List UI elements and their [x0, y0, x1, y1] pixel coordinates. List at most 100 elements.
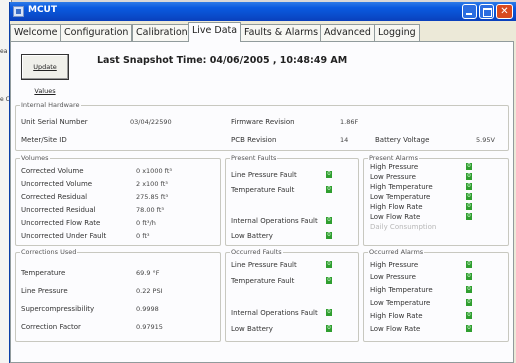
present-alarms-group: Present Alarms High Pressure 0 Low Press…	[363, 154, 509, 246]
battery-voltage-value: 5.95V	[476, 136, 495, 144]
correction-value: 69.9 °F	[136, 269, 160, 277]
meter-site-id-label: Meter/Site ID	[21, 136, 67, 144]
fault-status-indicator: 0	[326, 309, 332, 316]
group-title: Internal Hardware	[20, 101, 81, 109]
alarm-status-indicator: 0	[466, 273, 472, 280]
volume-label: Uncorrected Under Fault	[21, 232, 107, 240]
correction-value: 0.22 PSI	[136, 287, 163, 295]
volume-label: Uncorrected Flow Rate	[21, 219, 101, 227]
tab-live-data[interactable]: Live Data	[188, 22, 242, 42]
correction-label: Supercompressibility	[21, 305, 95, 313]
volume-value: 0 ft³/h	[136, 219, 156, 227]
alarm-label: Low Pressure	[370, 173, 416, 181]
fault-label: Internal Operations Fault	[231, 217, 318, 225]
fault-label: Low Battery	[231, 232, 273, 240]
fault-label: Internal Operations Fault	[231, 309, 318, 317]
correction-label: Line Pressure	[21, 287, 68, 295]
firmware-revision-value: 1.86F	[340, 118, 359, 126]
alarm-status-indicator: 0	[466, 173, 472, 180]
tab-advanced[interactable]: Advanced	[320, 24, 375, 41]
occurred-faults-group: Occurred Faults Line Pressure Fault 0 Te…	[225, 248, 359, 342]
tab-faults-alarms[interactable]: Faults & Alarms	[240, 24, 323, 41]
alarm-label: Low Flow Rate	[370, 213, 421, 221]
firmware-revision-label: Firmware Revision	[231, 118, 295, 126]
alarm-label: High Flow Rate	[370, 312, 423, 320]
group-title: Volumes	[20, 154, 50, 162]
tab-calibration[interactable]: Calibration	[132, 24, 192, 41]
alarm-label: Low Temperature	[370, 299, 431, 307]
maximize-button[interactable]	[479, 4, 494, 19]
alarm-label: High Flow Rate	[370, 203, 423, 211]
tab-strip: Welcome Configuration Calibration Live D…	[10, 22, 516, 42]
battery-voltage-label: Battery Voltage	[375, 136, 430, 144]
minimize-button[interactable]	[462, 4, 477, 19]
tab-welcome[interactable]: Welcome	[10, 24, 62, 41]
fault-status-indicator: 0	[326, 217, 332, 224]
alarm-status-indicator: 0	[466, 183, 472, 190]
volume-value: 0 x1000 ft³	[136, 167, 172, 175]
correction-label: Correction Factor	[21, 323, 81, 331]
mcut-window: MCUT ✕ Welcome Configuration Calibration…	[9, 2, 516, 363]
group-title: Corrections Used	[20, 248, 78, 256]
alarm-status-indicator: 0	[466, 203, 472, 210]
volume-value: 0 ft³	[136, 232, 150, 240]
background-window-text: ea	[0, 48, 8, 55]
alarm-label: High Pressure	[370, 163, 419, 171]
correction-label: Temperature	[21, 269, 66, 277]
alarm-status-indicator: 0	[466, 193, 472, 200]
volumes-group: Volumes Corrected Volume 0 x1000 ft³ Unc…	[15, 154, 221, 246]
title-bar[interactable]: MCUT ✕	[10, 2, 516, 21]
last-snapshot-time: Last Snapshot Time: 04/06/2005 , 10:48:4…	[97, 55, 348, 66]
live-data-panel: Update Values Last Snapshot Time: 04/06/…	[10, 41, 514, 363]
volume-label: Corrected Residual	[21, 193, 88, 201]
volume-label: Corrected Volume	[21, 167, 84, 175]
tab-configuration[interactable]: Configuration	[60, 24, 133, 41]
fault-label: Temperature Fault	[231, 277, 295, 285]
close-button[interactable]: ✕	[496, 4, 513, 19]
fault-status-indicator: 0	[326, 261, 332, 268]
app-icon	[13, 6, 24, 17]
volume-label: Uncorrected Residual	[21, 206, 96, 214]
volume-value: 78.00 ft³	[136, 206, 165, 214]
alarm-status-indicator: 0	[466, 325, 472, 332]
tab-logging[interactable]: Logging	[374, 24, 420, 41]
alarm-status-indicator: 0	[466, 163, 472, 170]
alarm-status-indicator: 0	[466, 261, 472, 268]
alarm-status-indicator: 0	[466, 286, 472, 293]
pcb-revision-label: PCB Revision	[231, 136, 277, 144]
alarm-label: Low Flow Rate	[370, 325, 421, 333]
correction-value: 0.97915	[136, 323, 163, 331]
serial-number-label: Unit Serial Number	[21, 118, 88, 126]
alarm-label: High Pressure	[370, 261, 419, 269]
group-title: Occurred Faults	[230, 248, 283, 256]
fault-label: Low Battery	[231, 325, 273, 333]
volume-value: 275.85 ft³	[136, 193, 169, 201]
update-values-button[interactable]: Update Values	[21, 54, 69, 95]
fault-label: Temperature Fault	[231, 186, 295, 194]
fault-label: Line Pressure Fault	[231, 171, 297, 179]
present-faults-group: Present Faults Line Pressure Fault 0 Tem…	[225, 154, 359, 246]
alarm-status-indicator: 0	[466, 312, 472, 319]
fault-status-indicator: 0	[326, 232, 332, 239]
group-title: Present Faults	[230, 154, 278, 162]
window-title: MCUT	[28, 5, 58, 15]
group-title: Occurred Alarms	[368, 248, 425, 256]
fault-status-indicator: 0	[326, 186, 332, 193]
fault-status-indicator: 0	[326, 277, 332, 284]
pcb-revision-value: 14	[340, 136, 349, 144]
correction-value: 0.9998	[136, 305, 159, 313]
serial-number-value: 03/04/22590	[130, 118, 172, 126]
fault-label: Line Pressure Fault	[231, 261, 297, 269]
group-title: Present Alarms	[368, 154, 419, 162]
alarm-label: High Temperature	[370, 183, 433, 191]
corrections-used-group: Corrections Used Temperature 69.9 °F Lin…	[15, 248, 221, 342]
volume-label: Uncorrected Volume	[21, 180, 93, 188]
volume-value: 2 x100 ft³	[136, 180, 168, 188]
alarm-status-indicator: 0	[466, 299, 472, 306]
fault-status-indicator: 0	[326, 325, 332, 332]
occurred-alarms-group: Occurred Alarms High Pressure 0 Low Pres…	[363, 248, 509, 342]
alarm-label: Low Pressure	[370, 273, 416, 281]
daily-consumption-label: Daily Consumption	[370, 223, 437, 231]
internal-hardware-group: Internal Hardware Unit Serial Number 03/…	[15, 101, 509, 151]
fault-status-indicator: 0	[326, 171, 332, 178]
